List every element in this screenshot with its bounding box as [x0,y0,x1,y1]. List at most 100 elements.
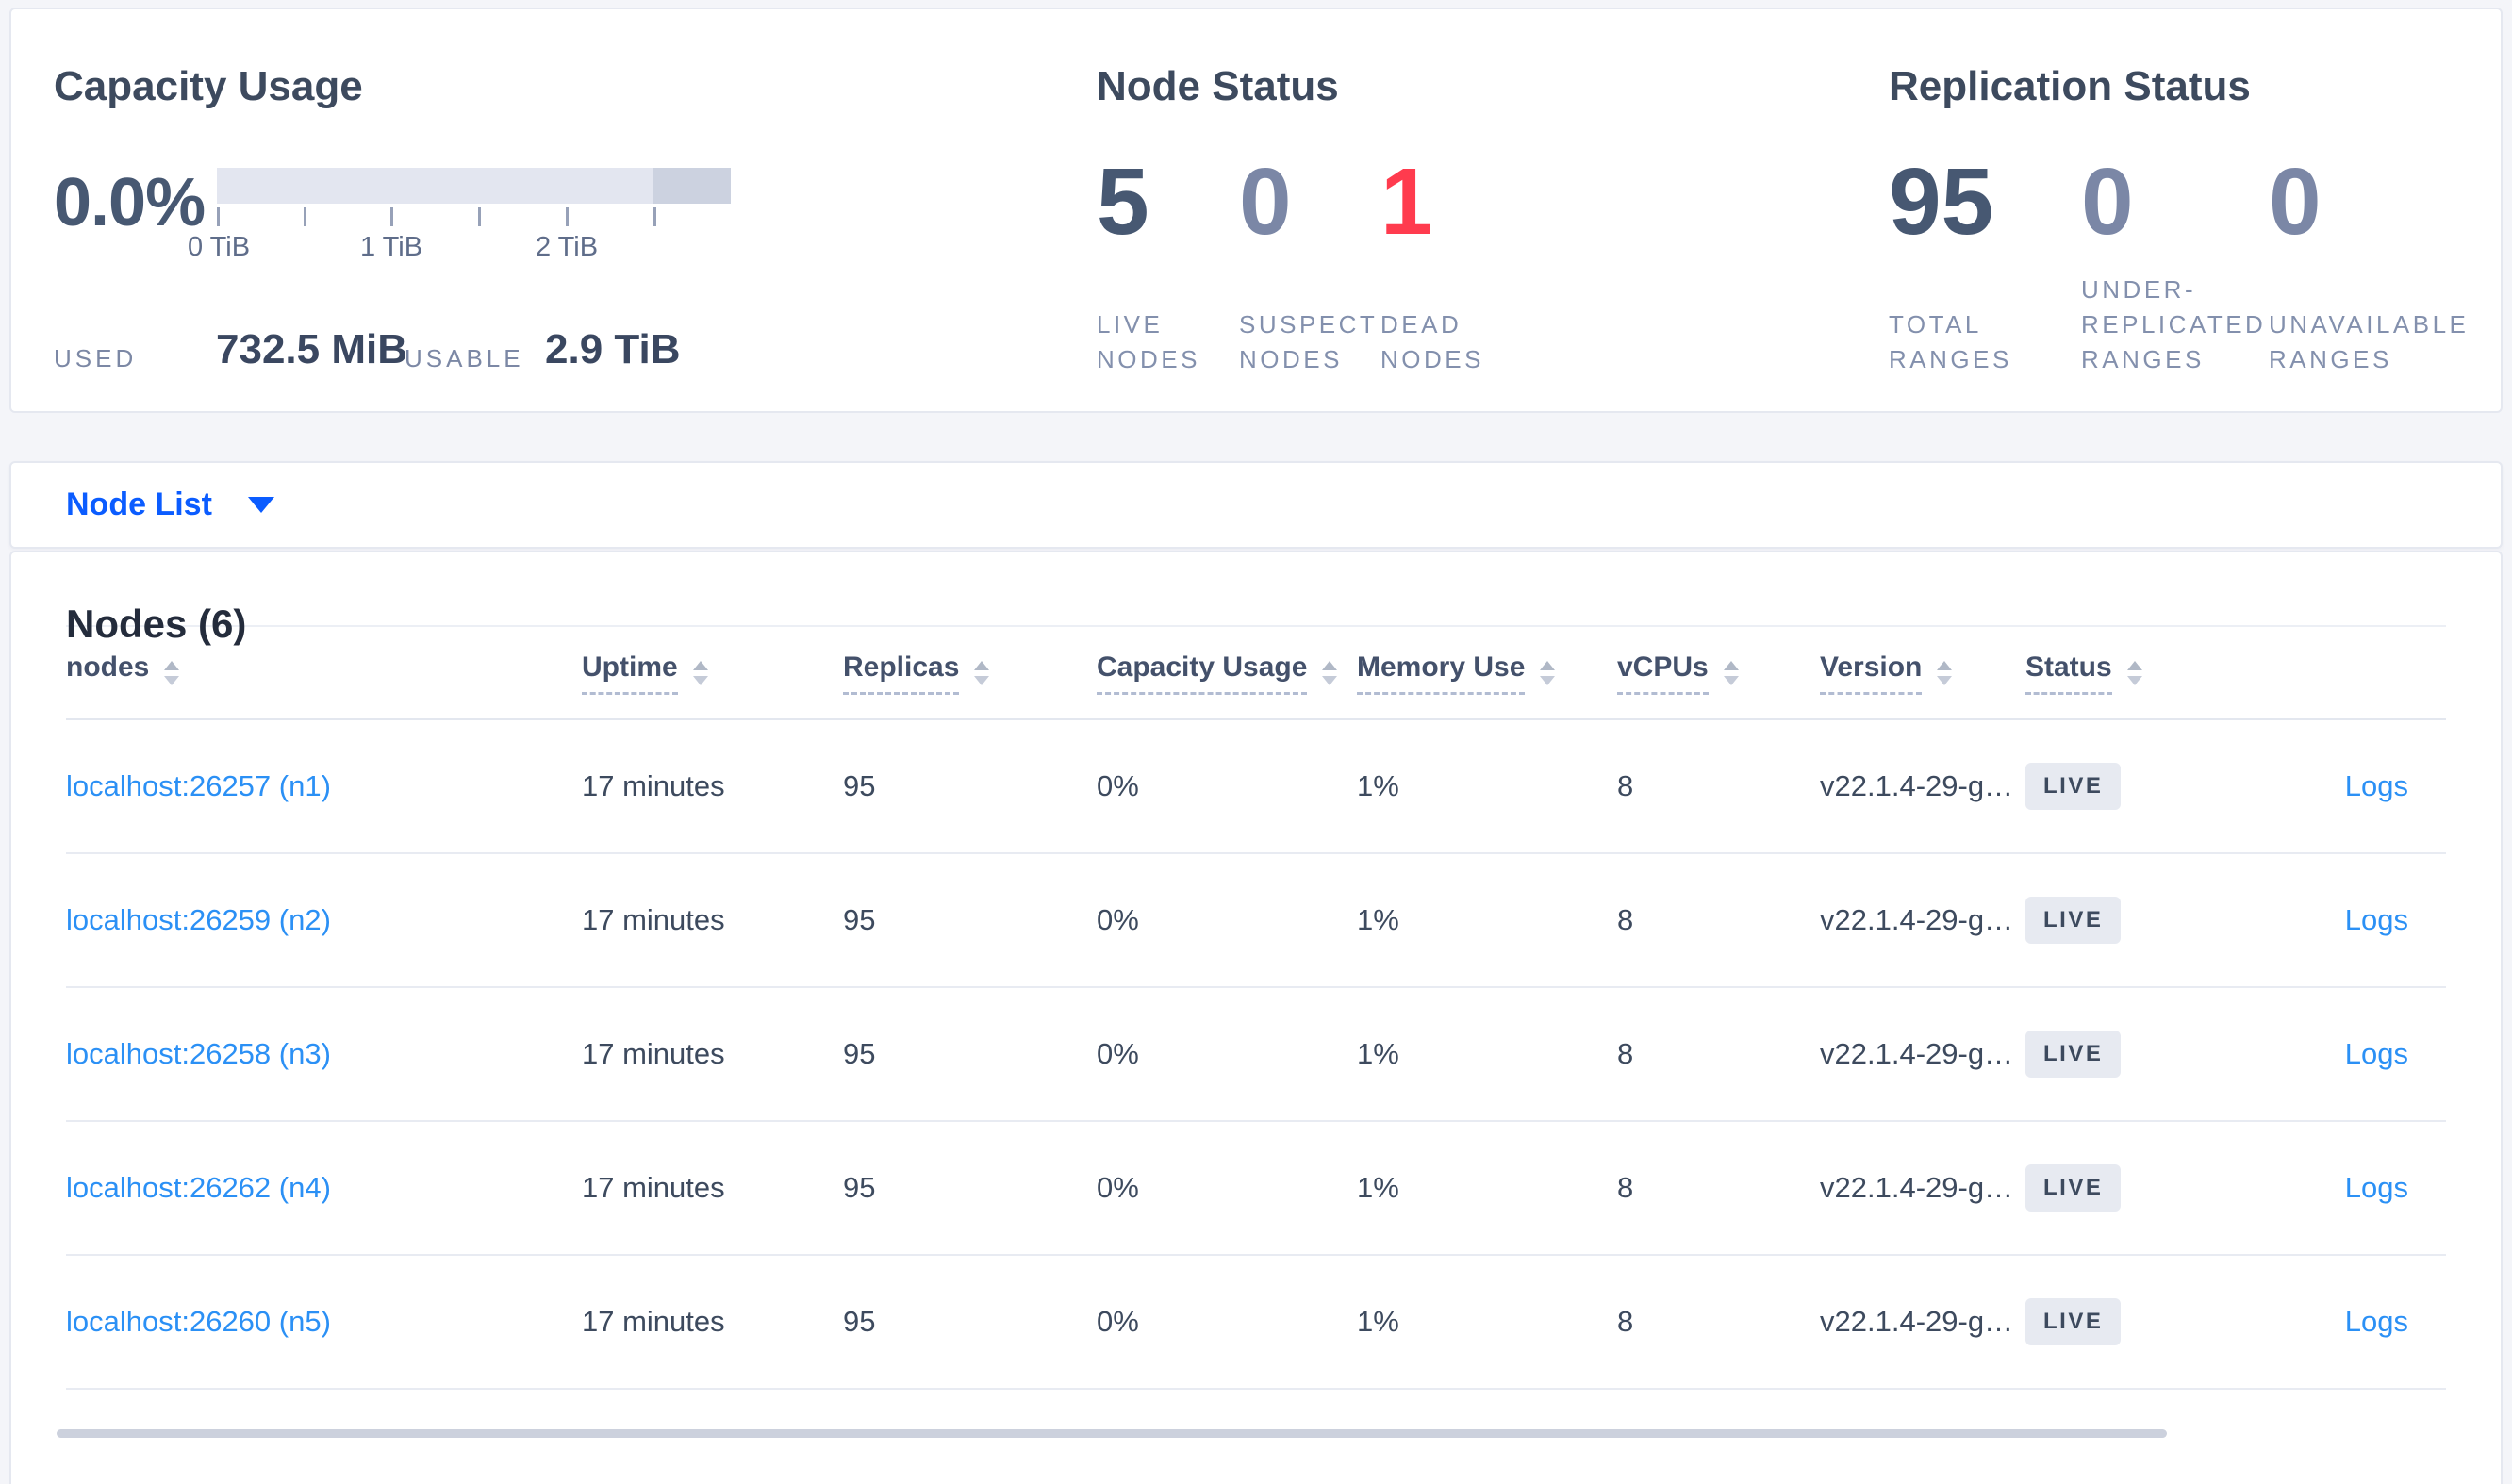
axis-label-2tib: 2 TiB [535,232,599,262]
node-link[interactable]: localhost:26262 (n4) [66,1171,331,1204]
view-selector-card: Node List [9,461,2503,549]
column-header-version[interactable]: Version [1820,651,2025,695]
memory-cell: 1% [1357,1037,1399,1070]
unavailable-ranges-label: UNAVAILABLE RANGES [2269,310,2470,373]
live-nodes-label: LIVE NODES [1097,310,1200,373]
under-replicated-label: UNDER-REPLICATED RANGES [2081,275,2267,373]
sort-icon[interactable] [1723,660,1739,685]
suspect-nodes-stat: 0 SUSPECT NODES [1239,155,1380,377]
capacity-usage-chart: 0.0% 0 TiB 1 TiB 2 TiB [54,155,1044,277]
uptime-cell: 17 minutes [582,1037,725,1070]
vcpus-cell: 8 [1617,1037,1634,1070]
capacity-axis-labels: 0 TiB 1 TiB 2 TiB [188,232,745,266]
unavailable-ranges-value: 0 [2269,149,2322,255]
capacity-bar-nonusable-segment [653,168,731,204]
capacity-cell: 0% [1097,1171,1139,1204]
unavailable-ranges-stat: 0 UNAVAILABLE RANGES [2269,155,2511,377]
column-header-status[interactable]: Status [2025,651,2227,695]
caret-down-icon [247,497,274,513]
under-replicated-ranges-stat: 0 UNDER-REPLICATED RANGES [2081,155,2269,377]
capacity-legend: USED 732.5 MiB USABLE 2.9 TiB [54,324,1044,377]
cluster-summary-panel: Capacity Usage 0.0% 0 TiB 1 TiB 2 TiB US… [9,8,2503,413]
total-ranges-value: 95 [1889,149,1994,255]
status-badge: LIVE [2025,897,2122,944]
capacity-usage-section: Capacity Usage 0.0% 0 TiB 1 TiB 2 TiB US… [54,60,1044,377]
replicas-cell: 95 [843,1037,876,1070]
memory-cell: 1% [1357,769,1399,802]
uptime-cell: 17 minutes [582,769,725,802]
sort-icon[interactable] [974,660,990,685]
column-header-replicas[interactable]: Replicas [843,651,1097,695]
logs-link[interactable]: Logs [2345,1305,2408,1338]
table-row: localhost:26258 (n3) 17 minutes 95 0% 1%… [66,988,2446,1122]
view-selector-dropdown[interactable]: Node List [11,463,2501,547]
replication-status-title: Replication Status [1889,63,2251,109]
status-badge: LIVE [2025,1164,2122,1212]
view-selector-label[interactable]: Node List [66,486,212,523]
dead-nodes-stat: 1 DEAD NODES [1380,155,1523,377]
logs-link[interactable]: Logs [2345,903,2408,936]
sort-icon[interactable] [2126,660,2142,685]
table-row: localhost:26257 (n1) 17 minutes 95 0% 1%… [66,720,2446,854]
sort-icon[interactable] [1322,660,1338,685]
status-badge: LIVE [2025,1298,2122,1345]
nodes-table-header-row: nodes Uptime Replicas Capacity Usage Mem… [66,627,2446,720]
replication-status-section: Replication Status 95 TOTAL RANGES 0 UND… [1889,60,2511,377]
capacity-bar [217,168,731,204]
node-status-section: Node Status 5 LIVE NODES 0 SUSPECT NODES… [1097,60,1851,377]
uptime-cell: 17 minutes [582,903,725,936]
logs-link[interactable]: Logs [2345,1037,2408,1070]
table-row: localhost:26262 (n4) 17 minutes 95 0% 1%… [66,1122,2446,1256]
logs-link[interactable]: Logs [2345,1171,2408,1204]
version-cell: v22.1.4-29-g… [1820,1037,2014,1070]
memory-cell: 1% [1357,1305,1399,1338]
dead-nodes-label: DEAD NODES [1380,310,1484,373]
node-status-title: Node Status [1097,63,1339,109]
table-row: localhost:26259 (n2) 17 minutes 95 0% 1%… [66,854,2446,988]
nodes-table-card: Nodes (6) nodes Uptime Replicas Capacity… [9,551,2503,1484]
vcpus-cell: 8 [1617,1305,1634,1338]
dead-nodes-value: 1 [1380,149,1433,255]
version-cell: v22.1.4-29-g… [1820,1171,2014,1204]
capacity-usage-title: Capacity Usage [54,63,363,109]
memory-cell: 1% [1357,1171,1399,1204]
memory-cell: 1% [1357,903,1399,936]
sort-icon[interactable] [164,660,180,685]
axis-label-1tib: 1 TiB [359,232,423,262]
sort-icon[interactable] [1937,660,1953,685]
logs-link[interactable]: Logs [2345,769,2408,802]
node-link[interactable]: localhost:26258 (n3) [66,1037,331,1070]
suspect-nodes-label: SUSPECT NODES [1239,310,1378,373]
node-link[interactable]: localhost:26260 (n5) [66,1305,331,1338]
vcpus-cell: 8 [1617,903,1634,936]
column-header-memory-use[interactable]: Memory Use [1357,651,1617,695]
uptime-cell: 17 minutes [582,1171,725,1204]
sort-icon[interactable] [692,660,708,685]
capacity-axis-ticks [217,204,745,226]
status-badge: LIVE [2025,763,2122,810]
replicas-cell: 95 [843,1171,876,1204]
table-row: localhost:26260 (n5) 17 minutes 95 0% 1%… [66,1256,2446,1390]
version-cell: v22.1.4-29-g… [1820,1305,2014,1338]
version-cell: v22.1.4-29-g… [1820,769,2014,802]
sort-icon[interactable] [1540,660,1556,685]
usable-label: USABLE [405,344,524,372]
used-value: 732.5 MiB [216,326,407,372]
replicas-cell: 95 [843,903,876,936]
column-header-nodes[interactable]: nodes [66,651,582,695]
under-replicated-value: 0 [2081,149,2134,255]
live-nodes-value: 5 [1097,149,1149,255]
column-header-uptime[interactable]: Uptime [582,651,843,695]
version-cell: v22.1.4-29-g… [1820,903,2014,936]
usable-value: 2.9 TiB [545,326,681,372]
node-link[interactable]: localhost:26259 (n2) [66,903,331,936]
vcpus-cell: 8 [1617,1171,1634,1204]
used-label: USED [54,344,138,372]
total-ranges-stat: 95 TOTAL RANGES [1889,155,2081,377]
uptime-cell: 17 minutes [582,1305,725,1338]
capacity-bar-chart: 0 TiB 1 TiB 2 TiB [188,168,745,266]
node-link[interactable]: localhost:26257 (n1) [66,769,331,802]
axis-label-0tib: 0 TiB [187,232,251,262]
column-header-vcpus[interactable]: vCPUs [1617,651,1820,695]
column-header-capacity-usage[interactable]: Capacity Usage [1097,651,1357,695]
